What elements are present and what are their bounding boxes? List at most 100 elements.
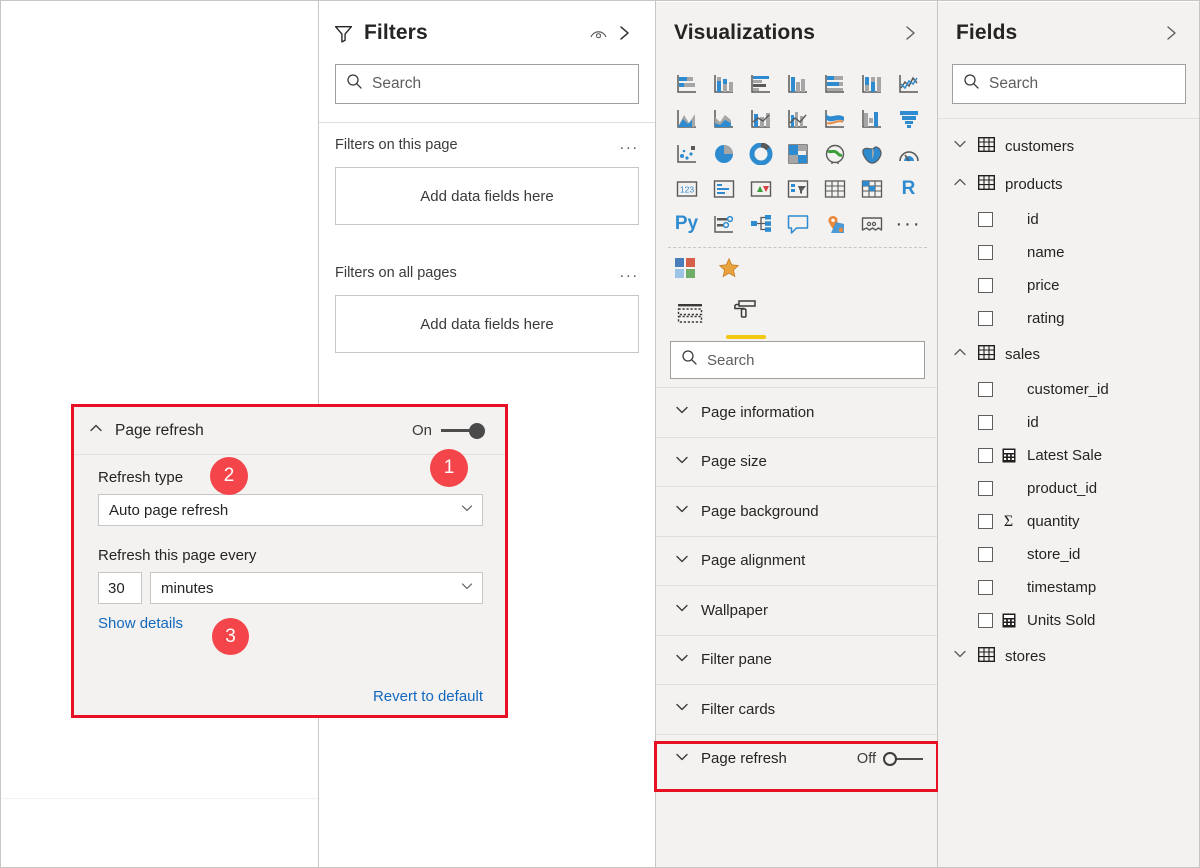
- page-refresh-callout-header[interactable]: Page refresh On: [74, 407, 505, 455]
- 100-stacked-column-chart-icon[interactable]: [853, 68, 890, 99]
- fields-pane-expand-chevron-right-icon[interactable]: [1158, 20, 1184, 46]
- show-details-link[interactable]: Show details: [98, 615, 183, 632]
- field-row-customer_id[interactable]: customer_id: [938, 373, 1200, 406]
- format-card-page-refresh[interactable]: Page refreshOff: [656, 734, 937, 784]
- field-checkbox[interactable]: [978, 547, 993, 562]
- featured-visuals-star-icon[interactable]: [718, 257, 740, 284]
- format-card-page-background[interactable]: Page background: [656, 486, 937, 536]
- field-row-units-sold[interactable]: Units Sold: [938, 604, 1200, 637]
- field-row-product_id[interactable]: product_id: [938, 472, 1200, 505]
- field-checkbox[interactable]: [978, 514, 993, 529]
- scatter-chart-icon[interactable]: [668, 138, 705, 169]
- ribbon-chart-icon[interactable]: [816, 103, 853, 134]
- fields-build-visual-icon[interactable]: [676, 301, 704, 339]
- format-search-input[interactable]: Search: [670, 341, 925, 379]
- filters-search-input[interactable]: Search: [335, 64, 639, 104]
- chevron-up-icon[interactable]: [952, 344, 968, 364]
- field-row-price[interactable]: price: [938, 269, 1200, 302]
- refresh-type-select[interactable]: Auto page refresh: [98, 494, 483, 526]
- format-card-filter-pane[interactable]: Filter pane: [656, 635, 937, 685]
- treemap-icon[interactable]: [779, 138, 816, 169]
- filters-on-all-pages-dropzone[interactable]: Add data fields here: [335, 295, 639, 353]
- page-refresh-switch[interactable]: [441, 423, 485, 439]
- map-icon[interactable]: [816, 138, 853, 169]
- qna-icon[interactable]: [779, 208, 816, 239]
- refresh-interval-input[interactable]: 30: [98, 572, 142, 604]
- line-chart-icon[interactable]: [890, 68, 927, 99]
- table-icon[interactable]: [816, 173, 853, 204]
- paginated-report-icon[interactable]: [853, 208, 890, 239]
- field-row-id[interactable]: id: [938, 203, 1200, 236]
- format-card-page-information[interactable]: Page information: [656, 387, 937, 437]
- format-paint-roller-icon[interactable]: [732, 299, 760, 339]
- format-card-page-alignment[interactable]: Page alignment: [656, 536, 937, 586]
- format-card-wallpaper[interactable]: Wallpaper: [656, 585, 937, 635]
- filters-pane-expand-chevron-right-icon[interactable]: [611, 20, 637, 46]
- field-checkbox[interactable]: [978, 448, 993, 463]
- field-checkbox[interactable]: [978, 212, 993, 227]
- filters-on-this-page-dropzone[interactable]: Add data fields here: [335, 167, 639, 225]
- waterfall-chart-icon[interactable]: [853, 103, 890, 134]
- chevron-up-icon[interactable]: [952, 174, 968, 194]
- page-refresh-card-toggle[interactable]: Off: [857, 751, 923, 767]
- field-row-store_id[interactable]: store_id: [938, 538, 1200, 571]
- refresh-interval-unit-select[interactable]: minutes: [150, 572, 483, 604]
- fields-table-customers[interactable]: customers: [938, 127, 1200, 165]
- decomposition-tree-icon[interactable]: [742, 208, 779, 239]
- field-checkbox[interactable]: [978, 481, 993, 496]
- revert-to-default-link[interactable]: Revert to default: [373, 688, 483, 705]
- fields-table-stores[interactable]: stores: [938, 637, 1200, 675]
- donut-chart-icon[interactable]: [742, 138, 779, 169]
- filled-map-icon[interactable]: [853, 138, 890, 169]
- fields-search-input[interactable]: Search: [952, 64, 1186, 104]
- area-chart-icon[interactable]: [668, 103, 705, 134]
- get-more-visuals-icon[interactable]: [674, 257, 696, 284]
- card-icon[interactable]: 123: [668, 173, 705, 204]
- field-row-timestamp[interactable]: timestamp: [938, 571, 1200, 604]
- eye-hide-icon[interactable]: [585, 20, 611, 46]
- gauge-icon[interactable]: [890, 138, 927, 169]
- clustered-bar-chart-icon[interactable]: [742, 68, 779, 99]
- r-script-visual-icon[interactable]: R: [890, 173, 927, 204]
- page-refresh-toggle-on[interactable]: On: [412, 422, 485, 439]
- field-checkbox[interactable]: [978, 311, 993, 326]
- filters-on-this-page-more-button[interactable]: ...: [620, 136, 639, 154]
- chevron-down-icon[interactable]: [952, 646, 968, 666]
- stacked-bar-chart-icon[interactable]: [668, 68, 705, 99]
- python-visual-icon[interactable]: Py: [668, 208, 705, 239]
- filters-on-all-pages-more-button[interactable]: ...: [620, 264, 639, 282]
- field-checkbox[interactable]: [978, 580, 993, 595]
- multi-row-card-icon[interactable]: [705, 173, 742, 204]
- line-and-stacked-column-chart-icon[interactable]: [742, 103, 779, 134]
- stacked-area-chart-icon[interactable]: [705, 103, 742, 134]
- field-checkbox[interactable]: [978, 278, 993, 293]
- field-row-rating[interactable]: rating: [938, 302, 1200, 335]
- chevron-down-icon[interactable]: [952, 136, 968, 156]
- chevron-up-icon[interactable]: [88, 420, 104, 441]
- fields-table-sales[interactable]: sales: [938, 335, 1200, 373]
- pie-chart-icon[interactable]: [705, 138, 742, 169]
- slicer-icon[interactable]: [779, 173, 816, 204]
- arcgis-map-icon[interactable]: [816, 208, 853, 239]
- fields-table-products[interactable]: products: [938, 165, 1200, 203]
- stacked-column-chart-icon[interactable]: [705, 68, 742, 99]
- kpi-icon[interactable]: [742, 173, 779, 204]
- field-checkbox[interactable]: [978, 415, 993, 430]
- key-influencers-icon[interactable]: [705, 208, 742, 239]
- field-row-quantity[interactable]: Σquantity: [938, 505, 1200, 538]
- field-row-latest-sale[interactable]: Latest Sale: [938, 439, 1200, 472]
- matrix-icon[interactable]: [853, 173, 890, 204]
- format-card-filter-cards[interactable]: Filter cards: [656, 684, 937, 734]
- funnel-chart-icon[interactable]: [890, 103, 927, 134]
- field-checkbox[interactable]: [978, 245, 993, 260]
- field-checkbox[interactable]: [978, 613, 993, 628]
- format-card-page-size[interactable]: Page size: [656, 437, 937, 487]
- clustered-column-chart-icon[interactable]: [779, 68, 816, 99]
- field-checkbox[interactable]: [978, 382, 993, 397]
- more-visuals-icon[interactable]: ···: [890, 208, 927, 239]
- line-and-clustered-column-chart-icon[interactable]: [779, 103, 816, 134]
- field-row-name[interactable]: name: [938, 236, 1200, 269]
- field-row-id[interactable]: id: [938, 406, 1200, 439]
- visualizations-pane-expand-chevron-right-icon[interactable]: [897, 20, 923, 46]
- page-refresh-card-switch[interactable]: [883, 752, 923, 766]
